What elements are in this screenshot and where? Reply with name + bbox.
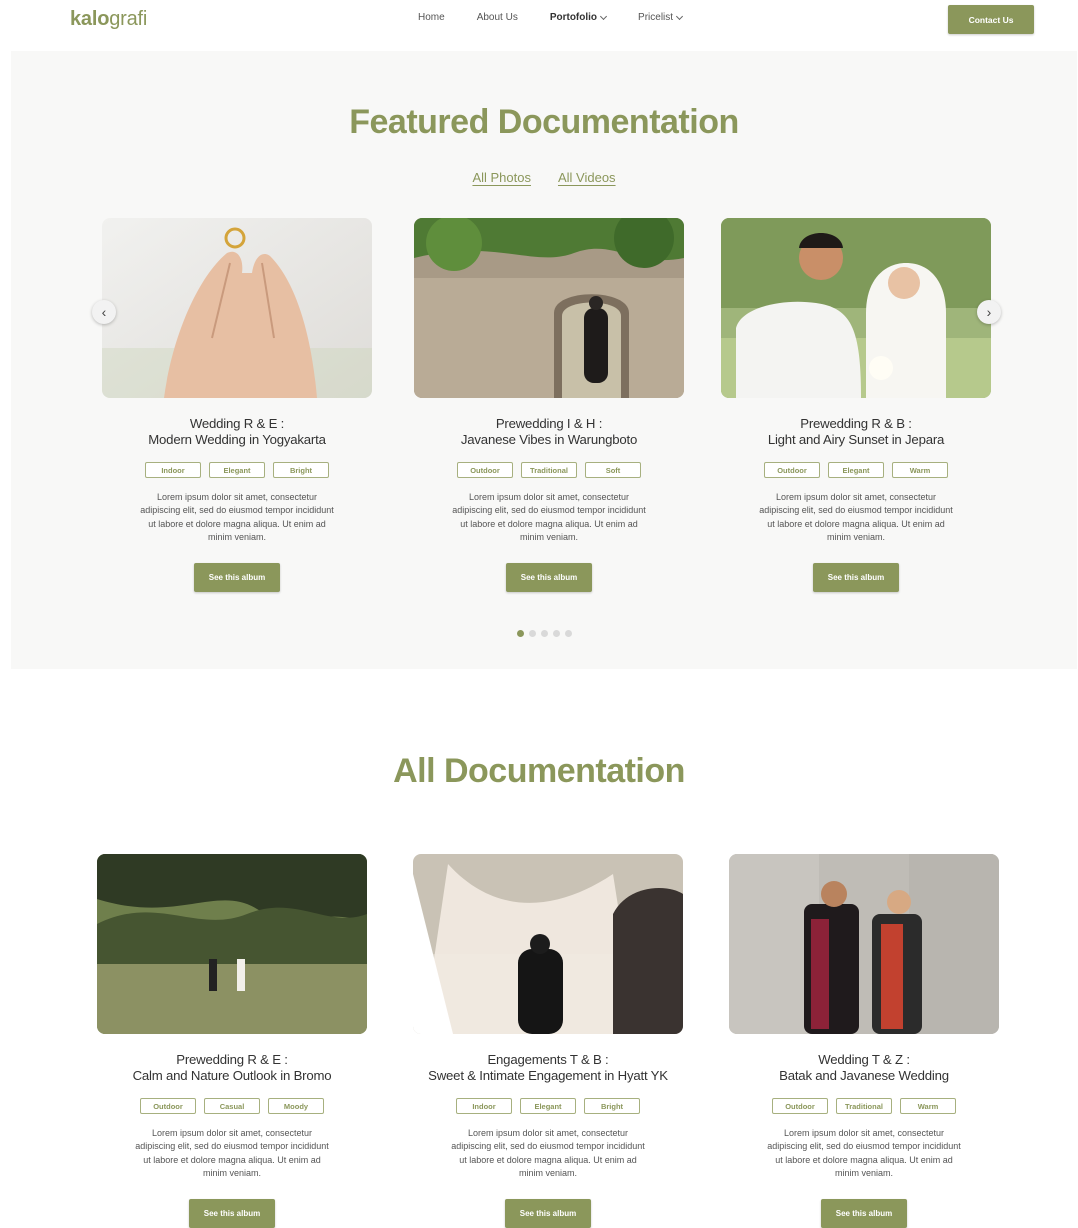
- album-photo[interactable]: [413, 854, 683, 1034]
- tag: Moody: [268, 1098, 324, 1114]
- see-album-button[interactable]: See this album: [189, 1198, 275, 1228]
- album-card: Prewedding R & E : Calm and Nature Outlo…: [97, 854, 367, 1228]
- media-tabs: All Photos All Videos: [11, 170, 1077, 185]
- tag: Traditional: [521, 462, 577, 478]
- tag: Elegant: [209, 462, 265, 478]
- album-description: Lorem ipsum dolor sit amet, consectetur …: [452, 492, 646, 543]
- tag: Bright: [584, 1098, 640, 1114]
- carousel-dot-4[interactable]: [552, 630, 560, 637]
- see-album-button[interactable]: See this album: [506, 562, 592, 592]
- album-photo[interactable]: [414, 218, 684, 398]
- carousel-dot-5[interactable]: [564, 630, 572, 637]
- tag-list: Outdoor Elegant Warm: [721, 462, 991, 478]
- logo[interactable]: kalografi: [70, 8, 147, 31]
- album-title-line1: Prewedding R & E :: [176, 1052, 288, 1067]
- tag: Soft: [585, 462, 641, 478]
- album-title-line1: Prewedding R & B :: [800, 416, 912, 431]
- see-album-button[interactable]: See this album: [813, 562, 899, 592]
- nav-about-label: About Us: [476, 12, 518, 23]
- album-title-line1: Wedding T & Z :: [818, 1052, 910, 1067]
- album-title-line1: Prewedding I & H :: [495, 416, 603, 431]
- album-title: Wedding T & Z : Batak and Javanese Weddi…: [729, 1052, 999, 1084]
- all-documentation-title: All Documentation: [393, 752, 685, 790]
- album-description: Lorem ipsum dolor sit amet, consectetur …: [140, 492, 334, 543]
- tag-list: Outdoor Casual Moody: [97, 1098, 367, 1114]
- featured-section: Featured Documentation All Photos All Vi…: [11, 51, 1077, 669]
- album-card: Wedding T & Z : Batak and Javanese Weddi…: [729, 854, 999, 1228]
- tag-list: Indoor Elegant Bright: [413, 1098, 683, 1114]
- album-title-line2: Calm and Nature Outlook in Bromo: [132, 1068, 332, 1083]
- carousel-next-button[interactable]: ›: [977, 300, 1001, 324]
- nav-pricelist[interactable]: Pricelist: [638, 12, 684, 23]
- nav-portofolio[interactable]: Portofolio: [549, 12, 608, 23]
- album-title-line2: Light and Airy Sunset in Jepara: [767, 432, 945, 447]
- tag: Outdoor: [457, 462, 513, 478]
- album-description: Lorem ipsum dolor sit amet, consectetur …: [767, 1128, 961, 1179]
- carousel-prev-button[interactable]: ‹: [92, 300, 116, 324]
- album-title: Wedding R & E : Modern Wedding in Yogyak…: [102, 416, 372, 448]
- nav-about-us[interactable]: About Us: [477, 12, 518, 23]
- tag: Casual: [204, 1098, 260, 1114]
- tag-list: Outdoor Traditional Warm: [729, 1098, 999, 1114]
- featured-card: Prewedding I & H : Javanese Vibes in War…: [414, 218, 684, 592]
- album-description: Lorem ipsum dolor sit amet, consectetur …: [451, 1128, 645, 1179]
- tag: Outdoor: [764, 462, 820, 478]
- carousel-dot-1[interactable]: [516, 630, 524, 637]
- tag: Elegant: [520, 1098, 576, 1114]
- chevron-down-icon: [600, 12, 608, 20]
- tab-all-videos[interactable]: All Videos: [558, 170, 616, 185]
- tag-list: Indoor Elegant Bright: [102, 462, 372, 478]
- tag: Indoor: [145, 462, 201, 478]
- featured-card: Prewedding R & B : Light and Airy Sunset…: [721, 218, 991, 592]
- nav-portofolio-label: Portofolio: [549, 12, 598, 23]
- album-photo[interactable]: [102, 218, 372, 398]
- logo-bold-part: kalo: [70, 8, 110, 30]
- contact-us-button[interactable]: Contact Us: [948, 5, 1034, 34]
- album-title-line1: Engagements T & B :: [487, 1052, 609, 1067]
- tag: Warm: [900, 1098, 956, 1114]
- tag: Indoor: [456, 1098, 512, 1114]
- carousel-dot-3[interactable]: [540, 630, 548, 637]
- logo-light-part: grafi: [109, 8, 148, 30]
- chevron-down-icon: [676, 12, 684, 20]
- tag: Elegant: [828, 462, 884, 478]
- nav-pricelist-label: Pricelist: [638, 12, 674, 23]
- tag: Traditional: [836, 1098, 892, 1114]
- featured-title: Featured Documentation: [349, 103, 739, 141]
- carousel-dots: [11, 630, 1077, 637]
- album-description: Lorem ipsum dolor sit amet, consectetur …: [135, 1128, 329, 1179]
- tag: Bright: [273, 462, 329, 478]
- tag: Outdoor: [140, 1098, 196, 1114]
- album-title-line2: Javanese Vibes in Warungboto: [460, 432, 638, 447]
- album-title: Prewedding R & B : Light and Airy Sunset…: [721, 416, 991, 448]
- album-title-line2: Modern Wedding in Yogyakarta: [148, 432, 326, 447]
- album-title: Engagements T & B : Sweet & Intimate Eng…: [413, 1052, 683, 1084]
- album-title-line2: Batak and Javanese Wedding: [779, 1068, 949, 1083]
- tag: Outdoor: [772, 1098, 828, 1114]
- see-album-button[interactable]: See this album: [194, 562, 280, 592]
- chevron-right-icon: ›: [986, 304, 992, 320]
- chevron-left-icon: ‹: [101, 304, 107, 320]
- tag-list: Outdoor Traditional Soft: [414, 462, 684, 478]
- tab-all-photos[interactable]: All Photos: [472, 170, 531, 185]
- see-album-button[interactable]: See this album: [821, 1198, 907, 1228]
- album-title: Prewedding R & E : Calm and Nature Outlo…: [97, 1052, 367, 1084]
- album-title: Prewedding I & H : Javanese Vibes in War…: [414, 416, 684, 448]
- album-photo[interactable]: [97, 854, 367, 1034]
- nav-home-label: Home: [418, 12, 445, 23]
- main-nav: Home About Us Portofolio Pricelist: [418, 12, 714, 23]
- album-title-line1: Wedding R & E :: [189, 416, 285, 431]
- see-album-button[interactable]: See this album: [505, 1198, 591, 1228]
- site-header: kalografi Home About Us Portofolio Price…: [0, 0, 1078, 40]
- featured-card: Wedding R & E : Modern Wedding in Yogyak…: [102, 218, 372, 592]
- tag: Warm: [892, 462, 948, 478]
- album-card: Engagements T & B : Sweet & Intimate Eng…: [413, 854, 683, 1228]
- album-description: Lorem ipsum dolor sit amet, consectetur …: [759, 492, 953, 543]
- album-photo[interactable]: [721, 218, 991, 398]
- carousel-dot-2[interactable]: [528, 630, 536, 637]
- album-photo[interactable]: [729, 854, 999, 1034]
- nav-home[interactable]: Home: [418, 12, 445, 23]
- album-title-line2: Sweet & Intimate Engagement in Hyatt YK: [428, 1068, 668, 1083]
